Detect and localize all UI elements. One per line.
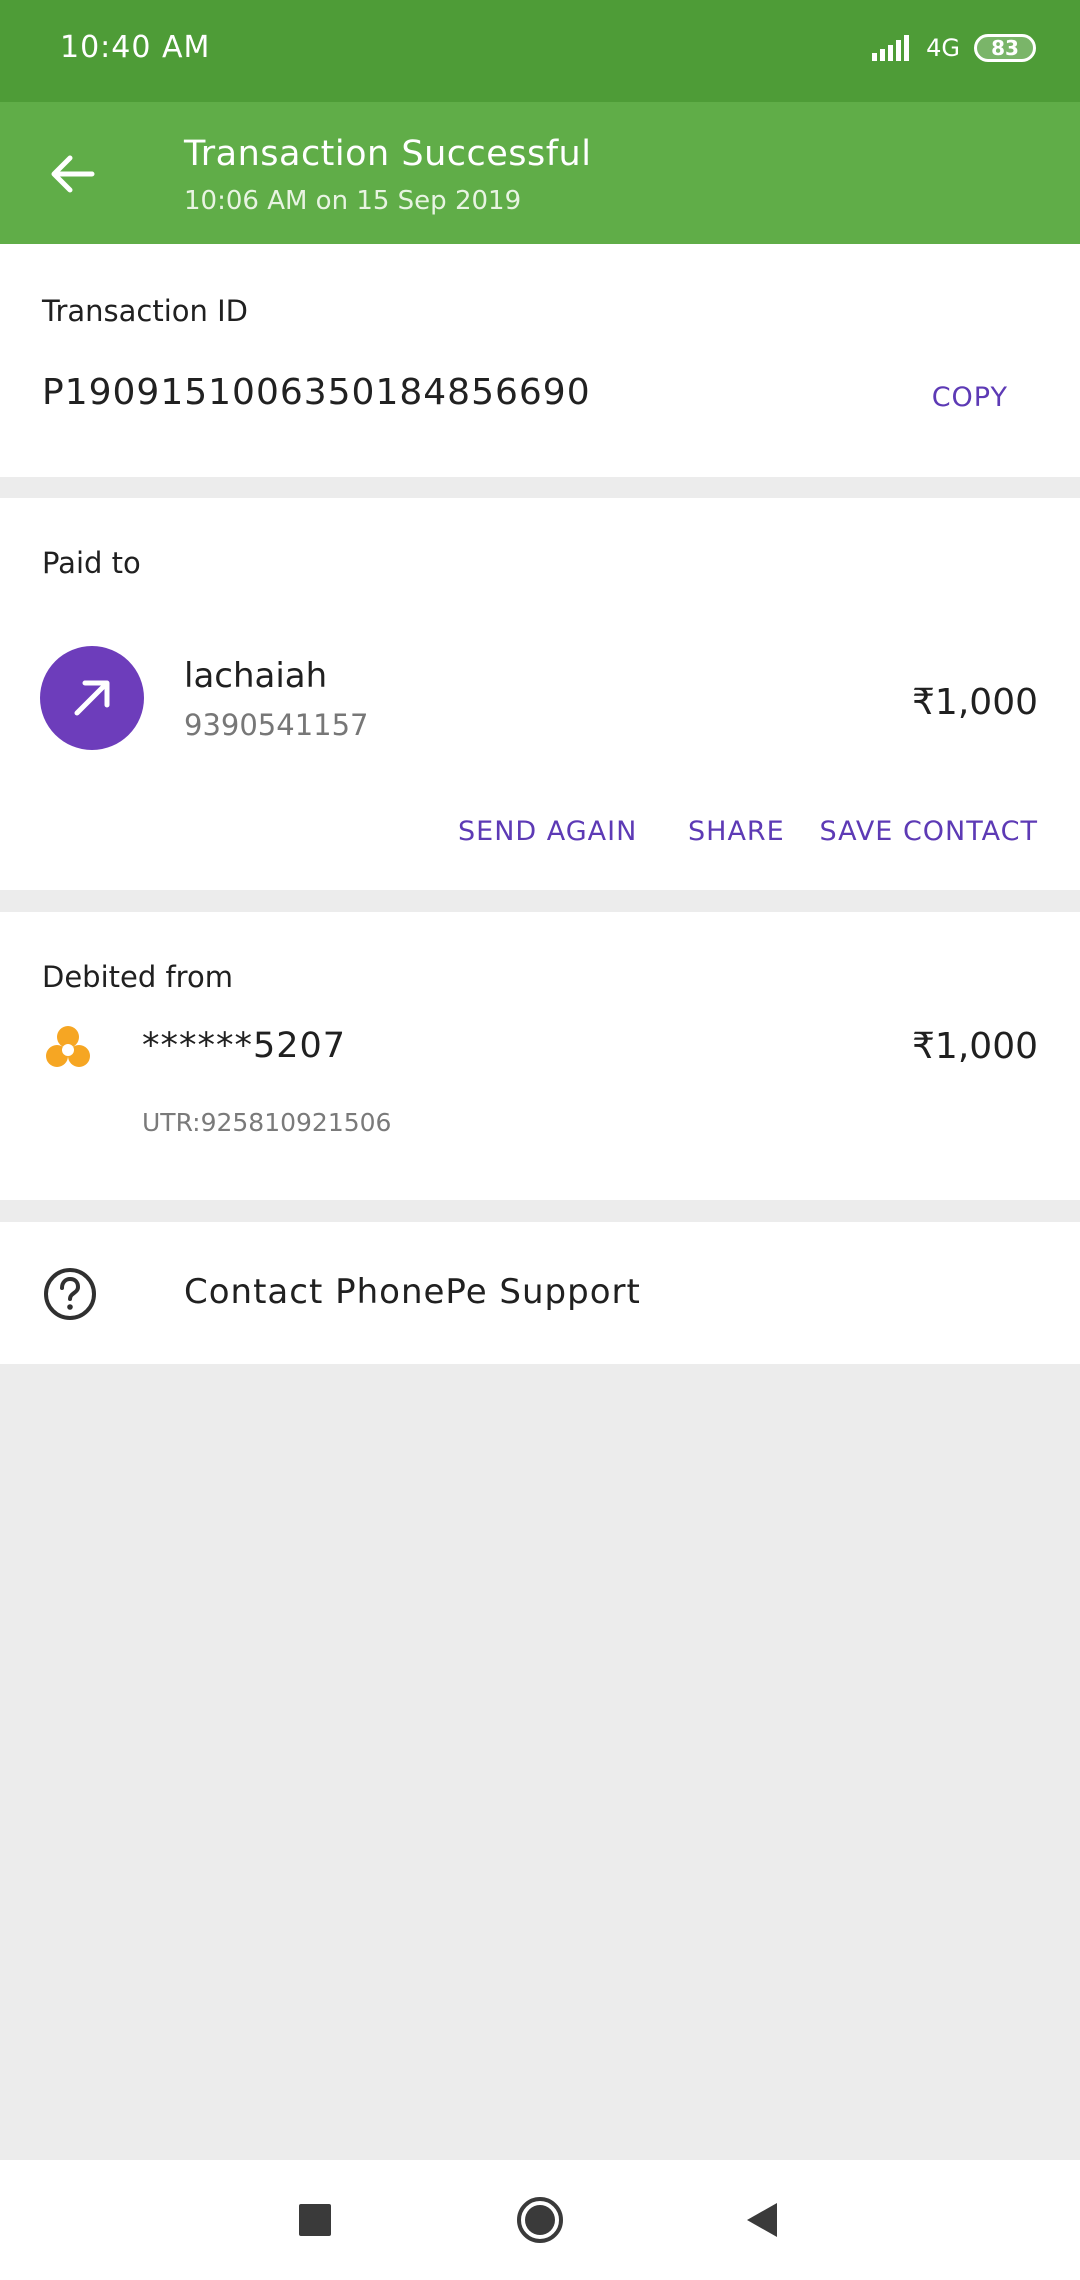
arrow-up-right-icon [74, 680, 110, 716]
triangle-back-icon[interactable] [732, 2190, 792, 2250]
transaction-id-value: P1909151006350184856690 [42, 372, 591, 413]
paid-to-card: Paid to lachaiah 9390541157 ₹1,000 SEND … [0, 498, 1080, 890]
transaction-id-label: Transaction ID [42, 294, 249, 328]
square-icon[interactable] [285, 2190, 345, 2250]
payee-name: lachaiah [184, 656, 328, 696]
send-again-button[interactable]: SEND AGAIN [458, 816, 637, 847]
help-circle-icon [44, 1268, 96, 1320]
avatar [40, 646, 144, 750]
navigation-bar [0, 2160, 1080, 2280]
payee-phone: 9390541157 [184, 708, 369, 742]
status-time: 10:40 AM [60, 30, 211, 65]
status-bar: 10:40 AM 4G 83 [0, 0, 1080, 102]
share-button[interactable]: SHARE [688, 816, 785, 847]
app-bar: Transaction Successful 10:06 AM on 15 Se… [0, 102, 1080, 244]
status-indicators: 4G 83 [872, 34, 1036, 62]
debited-from-card: Debited from ******5207 ₹1,000 UTR:92581… [0, 912, 1080, 1200]
network-type: 4G [926, 34, 960, 62]
signal-icon [872, 35, 910, 61]
circle-icon[interactable] [510, 2190, 570, 2250]
arrow-left-icon[interactable] [44, 146, 100, 202]
paid-to-label: Paid to [42, 546, 141, 580]
contact-support-row[interactable]: Contact PhonePe Support [0, 1222, 1080, 1364]
debited-amount: ₹1,000 [912, 1026, 1038, 1067]
account-number: ******5207 [142, 1026, 347, 1066]
battery-icon: 83 [974, 34, 1036, 62]
page-title: Transaction Successful [184, 134, 592, 174]
copy-button[interactable]: COPY [932, 382, 1008, 413]
bank-logo-icon [46, 1026, 90, 1067]
utr-number: UTR:925810921506 [142, 1108, 392, 1137]
debited-from-label: Debited from [42, 960, 233, 994]
contact-support-label: Contact PhonePe Support [184, 1272, 641, 1312]
battery-level: 83 [991, 36, 1019, 60]
save-contact-button[interactable]: SAVE CONTACT [819, 816, 1038, 847]
page-subtitle: 10:06 AM on 15 Sep 2019 [184, 186, 522, 216]
paid-amount: ₹1,000 [912, 682, 1038, 723]
transaction-id-card: Transaction ID P1909151006350184856690 C… [0, 244, 1080, 477]
